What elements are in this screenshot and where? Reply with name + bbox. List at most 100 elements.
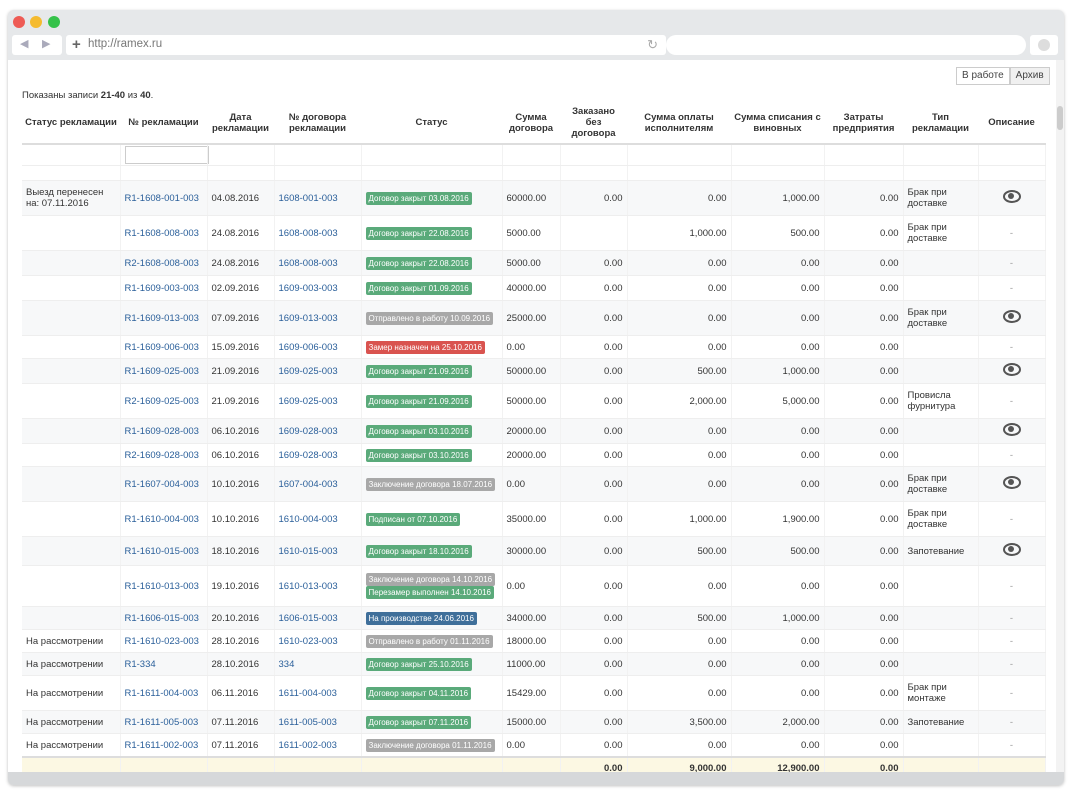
contract-number-cell: 1606-015-003 (274, 606, 362, 630)
contract-number-link[interactable]: 1609-028-003 (279, 450, 338, 461)
ordered-cell: 0.00 (560, 466, 628, 502)
eye-icon[interactable] (1002, 310, 1021, 323)
paid-cell: 500.00 (627, 606, 732, 630)
claim-date-cell: 24.08.2016 (207, 250, 275, 276)
claim-type-cell (903, 335, 979, 359)
forward-arrow-icon[interactable]: ▶ (42, 37, 50, 50)
contract-number-link[interactable]: 1611-002-003 (279, 740, 337, 751)
maximize-window-button[interactable] (48, 16, 60, 28)
contract-number-link[interactable]: 1609-025-003 (279, 366, 338, 377)
col-payment-to-contractors[interactable]: Сумма оплаты исполнителям (627, 102, 731, 145)
scroll-thumb[interactable] (1057, 106, 1063, 130)
contract-number-link[interactable]: 1609-006-003 (279, 342, 338, 353)
contract-number-link[interactable]: 1608-008-003 (279, 258, 338, 269)
contract-number-link[interactable]: 1609-025-003 (279, 396, 338, 407)
contract-sum-cell: 20000.00 (502, 443, 561, 467)
minimize-window-button[interactable] (30, 16, 42, 28)
contract-number-link[interactable]: 1609-028-003 (279, 426, 338, 437)
claim-date-cell: 15.09.2016 (207, 335, 275, 359)
contract-number-link[interactable]: 1607-004-003 (279, 479, 338, 490)
claim-date-cell: 21.09.2016 (207, 383, 275, 419)
col-contract-sum[interactable]: Сумма договора (502, 102, 560, 145)
contract-number-link[interactable]: 1610-013-003 (279, 581, 338, 592)
contract-number-link[interactable]: 1610-023-003 (279, 636, 338, 647)
claim-number-link[interactable]: R1-1611-004-003 (125, 688, 199, 699)
claim-number-link[interactable]: R1-1608-001-003 (125, 193, 199, 204)
status-cell: Договор закрыт 18.10.2016 (361, 536, 503, 566)
claim-number-link[interactable]: R1-334 (125, 659, 156, 670)
contract-number-cell: 1611-005-003 (274, 710, 362, 734)
costs-cell: 0.00 (824, 652, 904, 676)
eye-icon[interactable] (1002, 476, 1021, 489)
contract-sum-cell: 0.00 (502, 565, 561, 607)
claim-number-link[interactable]: R1-1610-004-003 (125, 514, 199, 525)
col-claim-date[interactable]: Дата рекламации (207, 102, 274, 145)
claim-number-link[interactable]: R1-1608-008-003 (125, 228, 199, 239)
claim-number-link[interactable]: R1-1609-013-003 (125, 313, 199, 324)
claim-number-link[interactable]: R2-1609-025-003 (125, 396, 199, 407)
contract-number-link[interactable]: 1608-001-003 (279, 193, 338, 204)
contract-number-link[interactable]: 1608-008-003 (279, 228, 338, 239)
contract-number-link[interactable]: 334 (279, 659, 295, 670)
claim-number-link[interactable]: R1-1610-015-003 (125, 546, 199, 557)
col-claim-status[interactable]: Статус рекламации (22, 102, 120, 145)
claim-number-link[interactable]: R2-1609-028-003 (125, 450, 199, 461)
ordered-cell (560, 215, 628, 251)
status-badge: Договор закрыт 03.10.2016 (365, 448, 472, 462)
description-empty: - (1009, 449, 1014, 461)
col-claim-number[interactable]: № рекламации (120, 102, 207, 145)
contract-number-link[interactable]: 1611-005-003 (279, 717, 337, 728)
page-scrollbar[interactable] (1056, 60, 1064, 772)
claim-number-link[interactable]: R1-1609-025-003 (125, 366, 199, 377)
contract-number-link[interactable]: 1609-013-003 (279, 313, 338, 324)
claim-number-link[interactable]: R1-1611-002-003 (125, 740, 199, 751)
claim-date-cell: 06.10.2016 (207, 443, 275, 467)
close-window-button[interactable] (13, 16, 25, 28)
tab-archive[interactable]: Архив (1009, 67, 1050, 85)
table-row: На рассмотрении R1-1611-005-003 07.11.2016… (22, 710, 1046, 734)
claim-number-link[interactable]: R1-1607-004-003 (125, 479, 199, 490)
col-description[interactable]: Описание (978, 102, 1045, 145)
browser-menu-button[interactable] (1030, 35, 1058, 55)
claim-number-link[interactable]: R1-1611-005-003 (125, 717, 199, 728)
contract-number-link[interactable]: 1610-004-003 (279, 514, 338, 525)
col-claim-type[interactable]: Тип рекламации (903, 102, 978, 145)
table-row: На рассмотрении R1-334 28.10.2016 334 Догово… (22, 652, 1046, 676)
claim-number-link[interactable]: R2-1608-008-003 (125, 258, 199, 269)
claim-number-link[interactable]: R1-1609-006-003 (125, 342, 199, 353)
col-company-costs[interactable]: Затраты предприятия (824, 102, 903, 145)
table-row: R1-1606-015-003 20.10.2016 1606-015-003 На … (22, 606, 1046, 630)
contract-number-link[interactable]: 1610-015-003 (279, 546, 338, 557)
claim-number-link[interactable]: R1-1609-003-003 (125, 283, 199, 294)
col-writeoff-from-guilty[interactable]: Сумма списания с виновных (731, 102, 824, 145)
paid-cell: 0.00 (627, 565, 732, 607)
eye-icon[interactable] (1002, 363, 1021, 376)
claim-type-cell (903, 443, 979, 467)
eye-icon[interactable] (1002, 190, 1021, 203)
eye-icon[interactable] (1002, 423, 1021, 436)
description-empty: - (1009, 580, 1014, 592)
writeoff-cell: 500.00 (731, 215, 825, 251)
claim-number-link[interactable]: R1-1610-023-003 (125, 636, 199, 647)
description-cell: - (978, 675, 1046, 711)
contract-number-cell: 1608-001-003 (274, 180, 362, 216)
address-bar[interactable]: + http://ramex.ru ↻ (66, 35, 666, 55)
col-ordered-without-contract[interactable]: Заказано без договора (560, 102, 627, 145)
status-badge: Подписан от 07.10.2016 (365, 512, 461, 526)
reload-icon[interactable]: ↻ (647, 37, 658, 53)
tab-in-work[interactable]: В работе (956, 67, 1010, 85)
contract-sum-cell: 25000.00 (502, 300, 561, 336)
claim-number-link[interactable]: R1-1609-028-003 (125, 426, 199, 437)
col-contract-number[interactable]: № договора рекламации (274, 102, 361, 145)
claim-number-filter-input[interactable] (124, 146, 209, 164)
claim-number-link[interactable]: R1-1606-015-003 (125, 613, 199, 624)
contract-number-link[interactable]: 1611-004-003 (279, 688, 337, 699)
back-arrow-icon[interactable]: ◀ (20, 37, 28, 50)
eye-icon[interactable] (1002, 543, 1021, 556)
status-cell: Договор закрыт 03.10.2016 (361, 443, 503, 467)
contract-number-link[interactable]: 1606-015-003 (279, 613, 338, 624)
col-status[interactable]: Статус (361, 102, 502, 145)
claim-number-link[interactable]: R1-1610-013-003 (125, 581, 199, 592)
contract-number-link[interactable]: 1609-003-003 (279, 283, 338, 294)
browser-search-field[interactable] (666, 35, 1026, 55)
